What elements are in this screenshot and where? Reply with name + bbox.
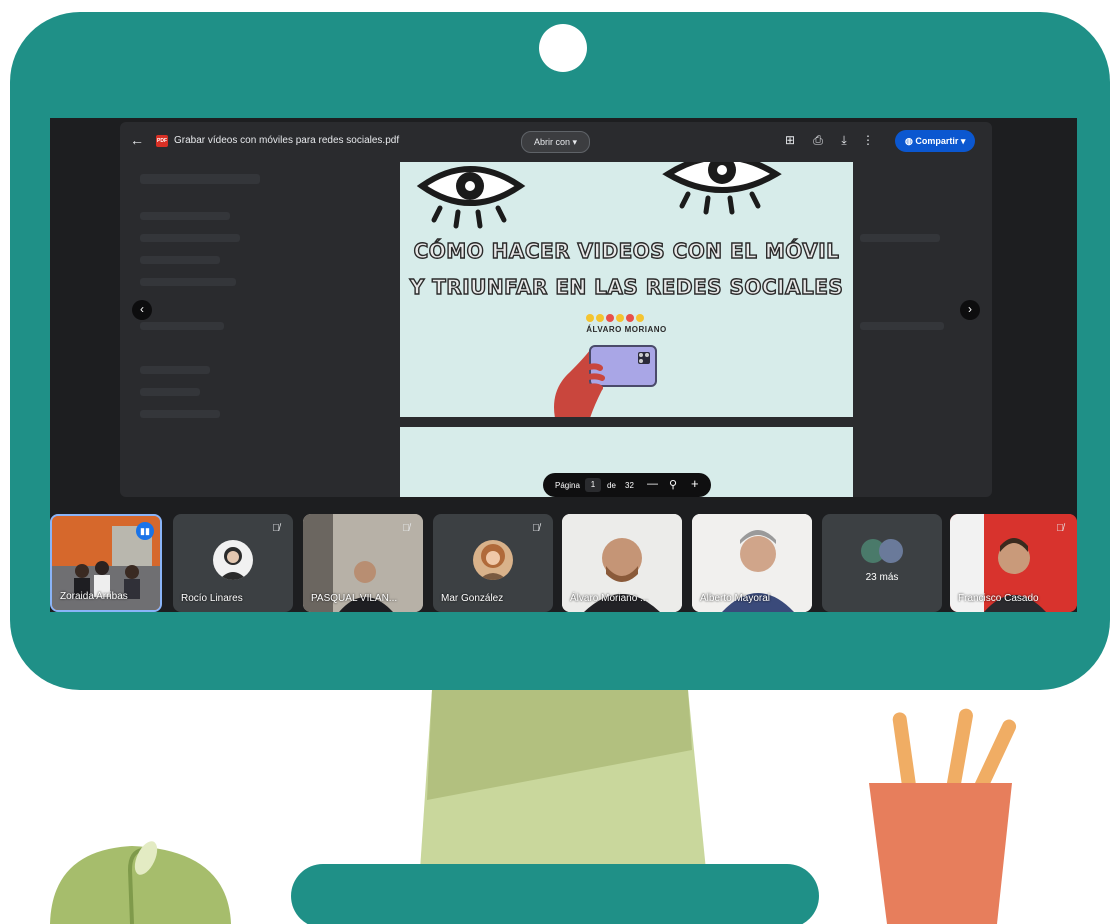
file-title: Grabar vídeos con móviles para redes soc… <box>174 135 400 146</box>
background-app-item <box>140 388 200 396</box>
background-app-item <box>140 174 260 184</box>
back-arrow-icon[interactable]: ← <box>130 132 144 148</box>
participant-tile[interactable]: 🎙̸ Francisco Casado <box>950 514 1077 612</box>
page-number-input[interactable]: 1 <box>585 478 601 492</box>
participant-name: PASQUAL VILAN... <box>311 593 398 604</box>
page-control: Página 1 de 32 — ⚲ + <box>543 473 711 497</box>
print-icon[interactable]: ⎙ <box>810 132 826 148</box>
background-app-item <box>860 234 940 242</box>
participant-tile[interactable]: 🎙̸ Rocío Linares <box>173 514 293 612</box>
of-label: de <box>607 481 616 490</box>
zoom-in-icon[interactable]: + <box>691 476 699 491</box>
chevron-down-icon: ▾ <box>572 137 578 147</box>
more-participants-tile[interactable]: 23 más <box>822 514 942 612</box>
add-comment-icon[interactable]: ⊞ <box>782 132 798 148</box>
zoom-out-icon[interactable]: — <box>647 478 658 490</box>
more-participants-label: 23 más <box>865 572 899 583</box>
participant-name: Álvaro Moriano ... <box>570 593 649 604</box>
next-file-button[interactable]: › <box>960 300 980 320</box>
slide-title-line-1: CÓMO HACER VIDEOS CON EL MÓVIL <box>413 238 840 263</box>
speaking-indicator-icon: ▮▮ <box>136 522 154 540</box>
mic-off-icon: 🎙̸ <box>272 523 280 534</box>
participant-name: Alberto Mayoral <box>700 593 771 604</box>
previous-file-button[interactable]: ‹ <box>132 300 152 320</box>
share-label: Compartir <box>915 136 959 146</box>
background-app-item <box>140 212 230 220</box>
more-options-icon[interactable]: ⋮ <box>860 132 876 148</box>
avatar <box>213 540 253 580</box>
participant-name: Mar González <box>441 593 504 604</box>
participant-name: Zoraida Arribas <box>60 591 128 602</box>
participant-tile[interactable]: Alberto Mayoral <box>692 514 812 612</box>
slide-author: ÁLVARO MORIANO <box>586 325 667 334</box>
open-with-button[interactable]: Abrir con ▾ <box>521 131 591 153</box>
chevron-down-icon: ▾ <box>960 136 966 146</box>
mic-off-icon: 🎙̸ <box>402 523 410 534</box>
pdf-viewer: ← PDF Grabar vídeos con móviles para red… <box>120 122 992 497</box>
background-app-item <box>140 410 220 418</box>
participant-tile[interactable]: ▮▮ Zoraida Arribas <box>50 514 162 612</box>
participant-tile[interactable]: 🎙̸ Mar González <box>433 514 553 612</box>
participant-tile[interactable]: Álvaro Moriano ... <box>562 514 682 612</box>
globe-icon: ◍ <box>905 136 916 146</box>
pdf-page: CÓMO HACER VIDEOS CON EL MÓVIL Y TRIUNFA… <box>400 162 853 417</box>
background-app-item <box>860 322 944 330</box>
avatar <box>473 540 513 580</box>
background-app-item <box>140 234 240 242</box>
background-app-item <box>140 278 236 286</box>
mic-off-icon: 🎙̸ <box>1056 523 1064 534</box>
background-app-item <box>140 322 224 330</box>
background-app-item <box>140 366 210 374</box>
screen: ← PDF Grabar vídeos con móviles para red… <box>50 118 1077 612</box>
hand-phone-illustration <box>554 345 657 417</box>
mic-off-icon: 🎙̸ <box>532 523 540 534</box>
share-button[interactable]: ◍ Compartir ▾ <box>895 130 976 152</box>
monitor-base <box>291 864 819 924</box>
download-icon[interactable]: ⤓ <box>836 132 852 148</box>
open-with-label: Abrir con <box>534 137 571 147</box>
pdf-file-icon: PDF <box>156 135 168 147</box>
zoom-icon[interactable]: ⚲ <box>669 478 677 491</box>
participant-name: Francisco Casado <box>958 593 1039 604</box>
pencil-cup <box>869 783 1012 924</box>
slide-title-line-2: Y TRIUNFAR EN LAS REDES SOCIALES <box>409 274 844 299</box>
background-app-item <box>140 256 220 264</box>
participant-name: Rocío Linares <box>181 593 243 604</box>
participant-tile[interactable]: 🎙̸ PASQUAL VILAN... <box>303 514 423 612</box>
participant-avatars-group <box>861 539 903 563</box>
page-label: Página <box>555 481 580 490</box>
total-pages: 32 <box>625 481 634 490</box>
